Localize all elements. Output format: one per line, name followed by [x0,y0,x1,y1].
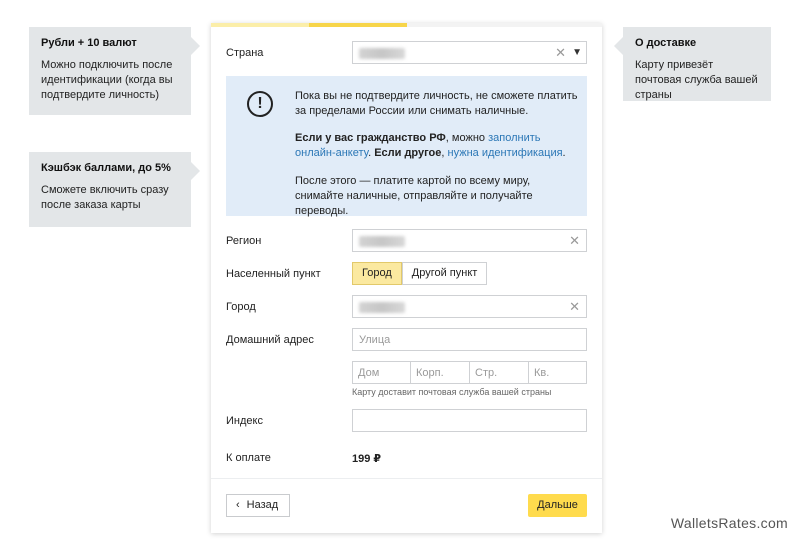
tip-rubles-text: Можно подключить после идентификации (ко… [41,59,173,101]
tip-rubles-title: Рубли + 10 валют [41,37,137,49]
region-input[interactable]: ✕ [352,229,587,252]
tip-cashback-text: Сможете включить сразу после заказа карт… [41,184,169,211]
city-value-blurred [359,302,405,313]
tip-delivery-title: О доставке [635,37,697,49]
progress-step [504,23,602,27]
footer-divider [211,478,602,479]
locality-switch: Город Другой пункт [352,262,488,285]
tip-cashback: Кэшбэк баллами, до 5% Сможете включить с… [29,152,200,227]
next-button[interactable]: Дальше [528,494,587,517]
progress-step [308,23,407,27]
clear-icon[interactable]: ✕ [555,45,566,61]
region-value-blurred [359,236,405,247]
back-button[interactable]: ‹ Назад [226,494,290,517]
identification-notice: ! Пока вы не подтвердите личность, не см… [226,76,587,217]
city-input[interactable]: ✕ [352,295,587,318]
chevron-left-icon: ‹ [236,499,240,511]
notice-bold-other: Если другое [374,147,442,159]
building-input[interactable]: Корп. [410,361,470,384]
region-label: Регион [226,235,262,247]
progress-bar [211,23,602,27]
country-select[interactable]: ✕ ▼ [352,41,587,64]
house-placeholder: Дом [358,367,380,379]
payment-amount: 199 ₽ [352,453,382,465]
notice-text-1: Пока вы не подтвердите личность, не смож… [295,90,578,117]
progress-step [211,23,309,27]
address-label: Домашний адрес [226,334,314,346]
structure-placeholder: Стр. [475,367,498,379]
progress-step [406,23,505,27]
street-placeholder: Улица [359,334,391,346]
chevron-down-icon[interactable]: ▼ [572,45,582,61]
notice-text-part: . [562,147,566,159]
back-button-label: Назад [246,499,279,511]
tip-cashback-title: Кэшбэк баллами, до 5% [41,162,171,174]
locality-option-city[interactable]: Город [352,262,402,285]
clear-icon[interactable]: ✕ [569,299,580,315]
building-placeholder: Корп. [416,367,444,379]
city-label: Город [226,301,256,313]
apartment-input[interactable]: Кв. [528,361,587,384]
tip-delivery-text: Карту привезёт почтовая служба вашей стр… [635,59,758,101]
notice-text-3: После этого — платите картой по всему ми… [295,175,533,217]
identification-link[interactable]: нужна идентификация [448,147,563,159]
notice-text-part: , можно [445,132,489,144]
notice-bold-citizenship: Если у вас гражданство РФ [295,132,446,144]
index-input[interactable] [352,409,587,432]
delivery-hint: Карту доставит почтовая служба вашей стр… [352,387,552,397]
payment-label: К оплате [226,452,271,464]
clear-icon[interactable]: ✕ [569,233,580,249]
street-input[interactable]: Улица [352,328,587,351]
country-value-blurred [359,48,405,59]
house-input[interactable]: Дом [352,361,411,384]
apartment-placeholder: Кв. [534,367,550,379]
tip-rubles: Рубли + 10 валют Можно подключить после … [29,27,200,115]
locality-option-other[interactable]: Другой пункт [401,262,488,285]
tip-delivery: О доставке Карту привезёт почтовая служб… [614,27,771,101]
country-label: Страна [226,47,264,59]
structure-input[interactable]: Стр. [469,361,529,384]
exclamation-icon: ! [247,91,273,117]
watermark: WalletsRates.com [670,515,788,531]
index-label: Индекс [226,415,263,427]
notice-text-2: Если у вас гражданство РФ, можно заполни… [295,131,580,161]
locality-label: Населенный пункт [226,268,321,280]
